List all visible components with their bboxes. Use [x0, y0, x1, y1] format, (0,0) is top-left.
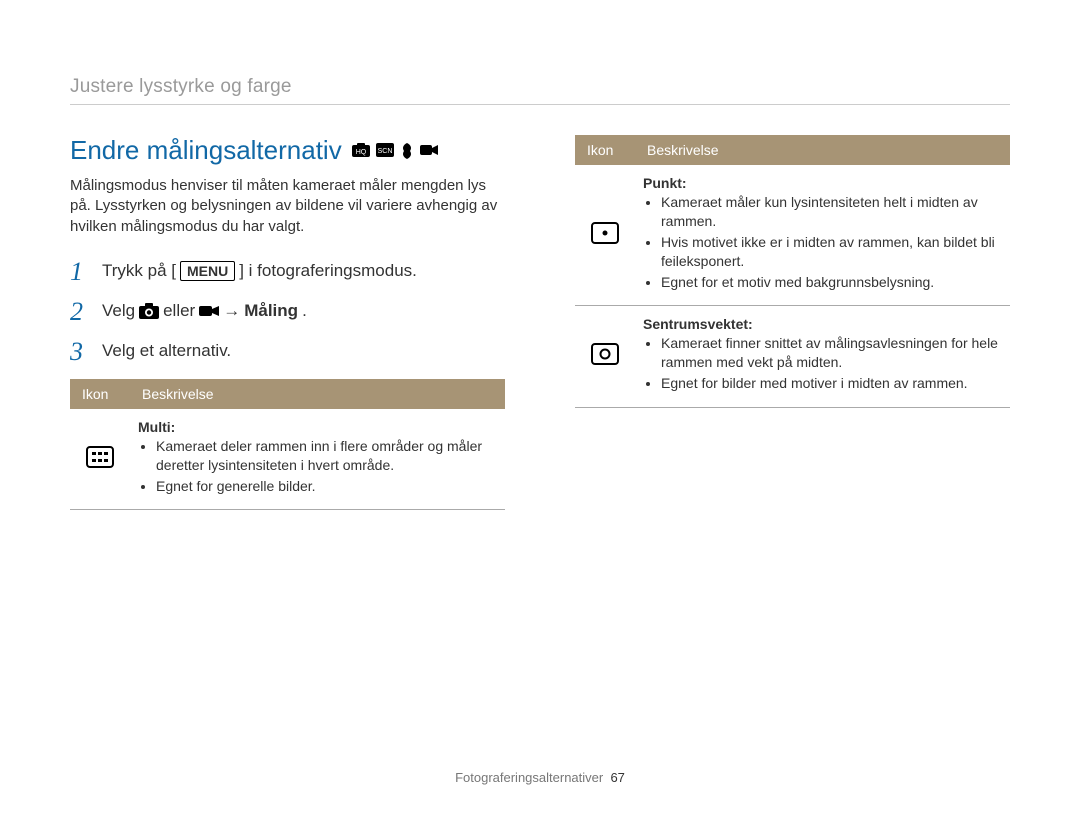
page-footer: Fotograferingsalternativer 67	[0, 770, 1080, 785]
step-number: 1	[70, 259, 88, 285]
options-table-right: Ikon Beskrivelse Punkt: Kameraet måler k…	[575, 135, 1010, 408]
step-2-text: Velg eller → Måling.	[102, 299, 307, 323]
metering-spot-icon	[575, 165, 635, 306]
table-row: Multi: Kameraet deler rammen inn i flere…	[70, 409, 505, 510]
options-table-left: Ikon Beskrivelse Multi: Kameraet deler r…	[70, 379, 505, 511]
menu-button-label: MENU	[180, 261, 235, 281]
th-desc: Beskrivelse	[130, 379, 505, 409]
breadcrumb: Justere lysstyrke og farge	[70, 76, 1010, 105]
option-bullet: Kameraet finner snittet av målingsavlesn…	[661, 334, 1002, 372]
step-1-text: Trykk på [ MENU ] i fotograferingsmodus.	[102, 259, 417, 283]
video-small-icon	[199, 304, 219, 318]
footer-section: Fotograferingsalternativer	[455, 770, 603, 785]
intro-paragraph: Målingsmodus henviser til måten kameraet…	[70, 176, 505, 237]
svg-text:SCN: SCN	[377, 148, 392, 155]
step-3-text: Velg et alternativ.	[102, 339, 231, 363]
option-title: Sentrumsvektet:	[643, 316, 1002, 332]
manual-page: Justere lysstyrke og farge Endre målings…	[0, 0, 1080, 815]
metering-center-icon	[575, 306, 635, 408]
option-bullet: Egnet for bilder med motiver i midten av…	[661, 374, 1002, 393]
option-bullet: Egnet for generelle bilder.	[156, 477, 497, 496]
step-3: 3 Velg et alternativ.	[70, 339, 505, 365]
table-row: Punkt: Kameraet måler kun lysintensitete…	[575, 165, 1010, 306]
scn-icon: SCN	[376, 143, 394, 159]
page-number: 67	[610, 770, 624, 785]
desc-cell: Sentrumsvektet: Kameraet finner snittet …	[635, 306, 1010, 408]
arrow-icon: →	[223, 299, 240, 323]
step-2: 2 Velg eller → Måling.	[70, 299, 505, 325]
th-desc: Beskrivelse	[635, 135, 1010, 165]
option-title: Punkt:	[643, 175, 1002, 191]
th-icon: Ikon	[70, 379, 130, 409]
step-number: 3	[70, 339, 88, 365]
option-bullet: Egnet for et motiv med bakgrunnsbelysnin…	[661, 273, 1002, 292]
dual-is-icon	[400, 143, 414, 159]
content-columns: Endre målingsalternativ HQ SCN	[70, 135, 1010, 510]
table-row: Sentrumsvektet: Kameraet finner snittet …	[575, 306, 1010, 408]
mode-icons-row: HQ SCN	[352, 143, 438, 159]
section-heading: Endre målingsalternativ HQ SCN	[70, 135, 438, 166]
option-bullet: Kameraet deler rammen inn i flere område…	[156, 437, 497, 475]
left-column: Endre målingsalternativ HQ SCN	[70, 135, 505, 510]
metering-multi-icon	[70, 409, 130, 510]
step-number: 2	[70, 299, 88, 325]
hq-icon: HQ	[352, 143, 370, 159]
option-title: Multi:	[138, 419, 497, 435]
step-1: 1 Trykk på [ MENU ] i fotograferingsmodu…	[70, 259, 505, 285]
svg-text:HQ: HQ	[355, 149, 366, 156]
desc-cell: Multi: Kameraet deler rammen inn i flere…	[130, 409, 505, 510]
video-icon	[420, 143, 438, 159]
right-column: Ikon Beskrivelse Punkt: Kameraet måler k…	[575, 135, 1010, 510]
heading-text: Endre målingsalternativ	[70, 135, 342, 166]
steps-list: 1 Trykk på [ MENU ] i fotograferingsmodu…	[70, 259, 505, 365]
camera-icon	[139, 303, 159, 319]
th-icon: Ikon	[575, 135, 635, 165]
option-bullet: Kameraet måler kun lysintensiteten helt …	[661, 193, 1002, 231]
desc-cell: Punkt: Kameraet måler kun lysintensitete…	[635, 165, 1010, 306]
option-bullet: Hvis motivet ikke er i midten av rammen,…	[661, 233, 1002, 271]
